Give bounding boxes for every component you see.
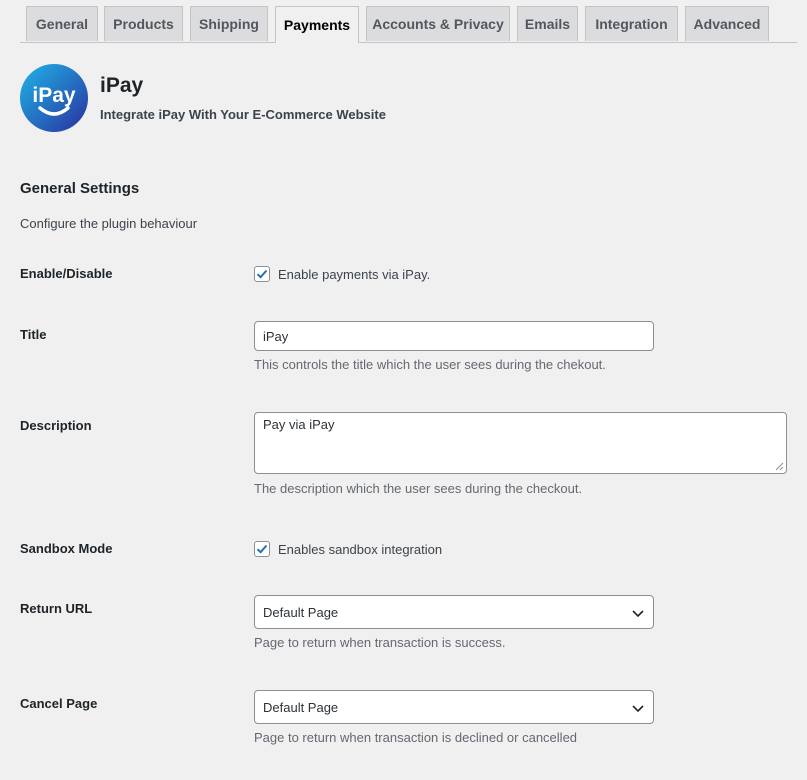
tab-emails[interactable]: Emails — [517, 6, 578, 41]
tab-products[interactable]: Products — [104, 6, 183, 41]
tab-integration[interactable]: Integration — [585, 6, 678, 41]
tab-accounts-privacy[interactable]: Accounts & Privacy — [366, 6, 510, 41]
cancel-page-selected-value: Default Page — [263, 699, 339, 715]
tab-payments[interactable]: Payments — [275, 6, 359, 43]
tab-advanced[interactable]: Advanced — [685, 6, 769, 41]
settings-tabs: General Products Shipping Payments Accou… — [20, 6, 797, 43]
title-description: This controls the title which the user s… — [254, 357, 606, 372]
cancel-page-description: Page to return when transaction is decli… — [254, 730, 578, 745]
section-description: Configure the plugin behaviour — [20, 216, 198, 231]
description-label: Description — [20, 418, 92, 433]
resize-grip-icon[interactable] — [775, 462, 784, 471]
return-url-selected-value: Default Page — [263, 604, 339, 620]
svg-text:iPay: iPay — [32, 84, 76, 107]
cancel-page-select[interactable]: Default Page — [254, 690, 654, 724]
tab-general[interactable]: General — [26, 6, 98, 41]
sandbox-checkbox[interactable] — [254, 541, 270, 557]
return-url-select[interactable]: Default Page — [254, 595, 654, 629]
title-input[interactable]: iPay — [254, 321, 654, 351]
chevron-down-icon — [632, 705, 644, 713]
chevron-down-icon — [632, 610, 644, 618]
enable-label: Enable/Disable — [20, 266, 113, 281]
description-textarea-value: Pay via iPay — [263, 417, 335, 432]
return-url-description: Page to return when transaction is succe… — [254, 635, 506, 650]
plugin-tagline: Integrate iPay With Your E-Commerce Webs… — [100, 107, 386, 122]
ipay-logo: iPay — [20, 64, 88, 132]
plugin-name: iPay — [100, 74, 144, 97]
sandbox-label: Sandbox Mode — [20, 541, 113, 556]
cancel-page-label: Cancel Page — [20, 696, 98, 711]
return-url-label: Return URL — [20, 601, 93, 616]
title-label: Title — [20, 327, 47, 342]
section-title: General Settings — [20, 180, 140, 197]
enable-checkbox-label[interactable]: Enable payments via iPay. — [278, 267, 430, 282]
tab-shipping[interactable]: Shipping — [190, 6, 268, 41]
checkmark-icon — [256, 269, 268, 279]
description-help: The description which the user sees duri… — [254, 481, 583, 496]
enable-checkbox[interactable] — [254, 266, 270, 282]
checkmark-icon — [256, 544, 268, 554]
description-textarea[interactable]: Pay via iPay — [254, 412, 787, 474]
sandbox-checkbox-label[interactable]: Enables sandbox integration — [278, 542, 442, 557]
